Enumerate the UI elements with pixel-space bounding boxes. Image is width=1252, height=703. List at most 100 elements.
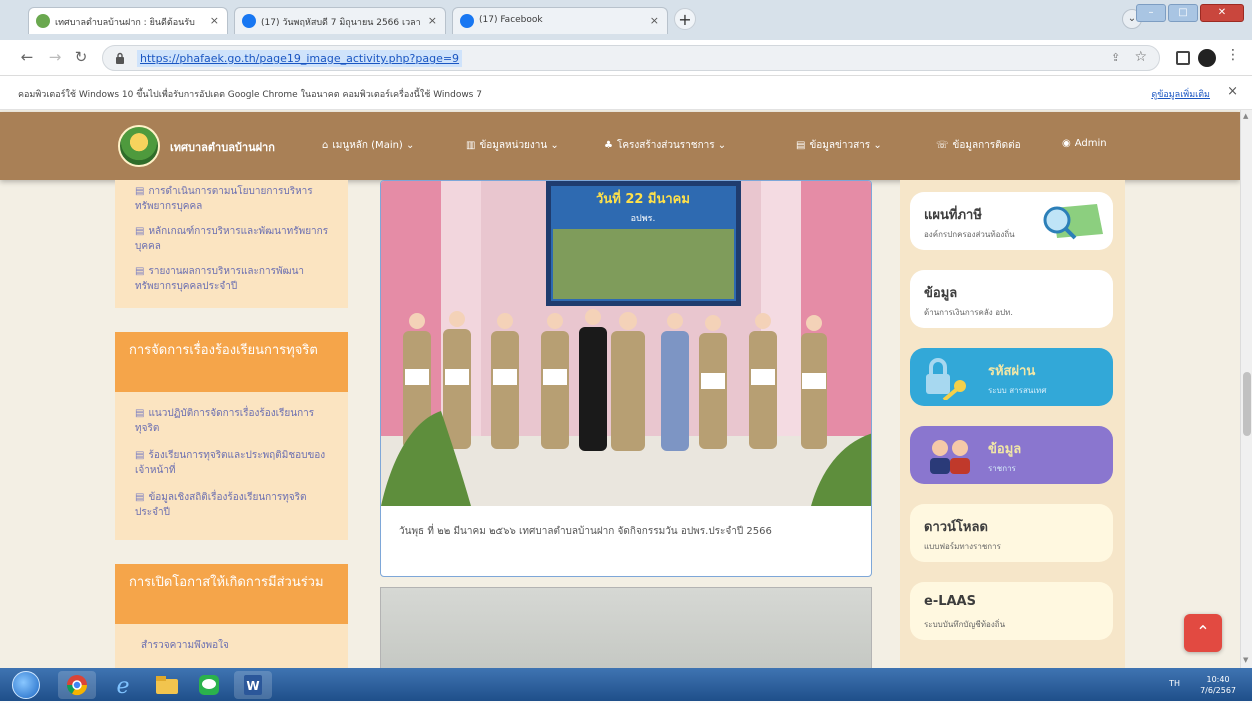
- tab-close-icon[interactable]: ×: [650, 14, 659, 27]
- nav-agency-info[interactable]: ▥ ข้อมูลหน่วยงาน ⌄: [466, 138, 559, 153]
- tab-title: เทศบาลตำบลบ้านฝาก : ยินดีต้อนรับ: [55, 18, 195, 28]
- bookmark-star-icon[interactable]: ☆: [1134, 49, 1147, 65]
- scroll-down-icon[interactable]: ▼: [1243, 656, 1248, 664]
- url-text[interactable]: https://phafaek.go.th/page19_image_activ…: [137, 50, 463, 67]
- activity-card: วันที่ 22 มีนาคม อปพร. วันพุธ ที่ ๒๒ มีน…: [380, 180, 872, 577]
- hr-menu-box: ▤ การดำเนินการตามนโยบายการบริหารทรัพยากรบ…: [115, 180, 348, 308]
- chrome-taskbar-icon[interactable]: [58, 671, 96, 699]
- maximize-button[interactable]: □: [1168, 4, 1198, 22]
- personnel-data-card[interactable]: ข้อมูล ราชการ: [910, 426, 1113, 484]
- nav-admin[interactable]: ◉ Admin: [1062, 138, 1107, 149]
- sidebar-link-hr-criteria[interactable]: ▤ หลักเกณฑ์การบริหารและพัฒนาทรัพยากรบุคคล: [135, 224, 335, 254]
- update-info-bar: คอมพิวเตอร์ใช้ Windows 10 ขึ้นไปเพื่อรับ…: [0, 76, 1252, 110]
- sidebar-link-complaint-stats[interactable]: ▤ ข้อมูลเชิงสถิติเรื่องร้องเรียนการทุจริต…: [135, 490, 335, 520]
- card-title: รหัสผ่าน: [988, 364, 1036, 379]
- minimize-button[interactable]: –: [1136, 4, 1166, 22]
- windows-start-button[interactable]: [12, 671, 40, 699]
- phone-icon: ☏: [936, 140, 949, 151]
- tab-phafaek-home[interactable]: เทศบาลตำบลบ้านฝาก : ยินดีต้อนรับ ×: [28, 7, 228, 34]
- section-heading-complaints: การจัดการเรื่องร้องเรียนการทุจริต: [115, 332, 348, 392]
- card-title: e-LAAS: [924, 594, 976, 609]
- card-title: ข้อมูล: [988, 442, 1022, 457]
- link-label: การดำเนินการตามนโยบายการบริหารทรัพยากรบุ…: [135, 186, 313, 212]
- next-activity-photo[interactable]: [380, 587, 872, 668]
- section-heading-participation: การเปิดโอกาสให้เกิดการมีส่วนร่วม: [115, 564, 348, 624]
- tab-facebook[interactable]: (17) Facebook ×: [452, 7, 668, 34]
- padlock-key-icon: [926, 358, 966, 400]
- site-name[interactable]: เทศบาลตำบลบ้านฝาก: [170, 138, 275, 156]
- e-laas-card[interactable]: e-LAAS ระบบบันทึกบัญชีท้องถิ่น: [910, 582, 1113, 640]
- link-label: แนวปฏิบัติการจัดการเรื่องร้องเรียนการทุจ…: [135, 408, 315, 434]
- svg-text:W: W: [246, 679, 259, 693]
- banner-title: วันที่ 22 มีนาคม: [596, 189, 690, 207]
- activity-photo[interactable]: วันที่ 22 มีนาคม อปพร.: [381, 181, 872, 506]
- menu-kebab-icon[interactable]: ⋮: [1226, 47, 1240, 65]
- document-icon: ▤: [135, 450, 145, 461]
- tab-facebook-post[interactable]: (17) วันพฤหัสบดี 7 มิถุนายน 2566 เวลา ×: [234, 7, 446, 34]
- new-tab-button[interactable]: +: [674, 8, 696, 30]
- document-icon: ▤: [135, 492, 145, 503]
- window-controls: – □ ✕: [1136, 4, 1244, 24]
- nav-label: ข้อมูลหน่วยงาน ⌄: [479, 140, 559, 151]
- page-scrollbar[interactable]: ▲ ▼: [1240, 110, 1252, 668]
- tax-map-card[interactable]: แผนที่ภาษี องค์กรปกครองส่วนท้องถิ่น: [910, 192, 1113, 250]
- nav-label: โครงสร้างส่วนราชการ ⌄: [616, 140, 727, 151]
- scroll-up-icon[interactable]: ▲: [1243, 112, 1248, 120]
- sidebar-link-report-misconduct[interactable]: ▤ ร้องเรียนการทุจริตและประพฤติมิชอบของเจ้…: [135, 448, 335, 478]
- system-tray-language[interactable]: TH: [1169, 679, 1180, 688]
- side-panel-icon[interactable]: [1176, 51, 1190, 65]
- word-taskbar-icon[interactable]: W: [234, 671, 272, 699]
- internet-explorer-icon[interactable]: e: [104, 671, 142, 699]
- nav-label: เมนูหลัก (Main) ⌄: [332, 140, 415, 151]
- nav-news[interactable]: ▤ ข้อมูลข่าวสาร ⌄: [796, 138, 882, 153]
- clock-date: 7/6/2567: [1200, 686, 1236, 695]
- reload-icon[interactable]: ↻: [72, 49, 90, 67]
- home-icon: ⌂: [322, 140, 329, 151]
- file-explorer-icon[interactable]: [148, 671, 186, 699]
- card-title: ข้อมูล: [924, 286, 958, 301]
- back-to-top-button[interactable]: ⌃: [1184, 614, 1222, 652]
- info-message: คอมพิวเตอร์ใช้ Windows 10 ขึ้นไปเพื่อรับ…: [18, 90, 482, 100]
- sidebar-link-hr-report[interactable]: ▤ รายงานผลการบริหารและการพัฒนาทรัพยากรบุค…: [135, 264, 335, 294]
- system-clock[interactable]: 10:40 7/6/2567: [1200, 674, 1236, 696]
- card-subtitle: แบบฟอร์มทางราชการ: [924, 542, 1001, 551]
- card-title: ดาวน์โหลด: [924, 520, 988, 535]
- nav-structure[interactable]: ♣ โครงสร้างส่วนราชการ ⌄: [604, 138, 726, 153]
- learn-more-link[interactable]: ดูข้อมูลเพิ่มเติม: [1151, 87, 1210, 101]
- info-close-icon[interactable]: ×: [1227, 84, 1238, 99]
- card-subtitle: ด้านการเงินการคลัง อปท.: [924, 308, 1013, 317]
- scroll-thumb[interactable]: [1243, 372, 1251, 436]
- sidebar-link-complaint-guideline[interactable]: ▤ แนวปฏิบัติการจัดการเรื่องร้องเรียนการทุ…: [135, 406, 335, 436]
- clock-time: 10:40: [1206, 675, 1230, 684]
- password-card[interactable]: รหัสผ่าน ระบบ สารสนเทศ: [910, 348, 1113, 406]
- left-sidebar: ▤ การดำเนินการตามนโยบายการบริหารทรัพยากรบ…: [115, 180, 348, 668]
- download-forms-card[interactable]: ดาวน์โหลด แบบฟอร์มทางราชการ: [910, 504, 1113, 562]
- browser-tab-bar: เทศบาลตำบลบ้านฝาก : ยินดีต้อนรับ × (17) …: [0, 0, 1252, 40]
- municipality-logo[interactable]: [118, 125, 160, 167]
- document-icon: ▤: [135, 186, 145, 197]
- document-icon: ▤: [135, 408, 145, 419]
- back-icon[interactable]: ←: [18, 49, 36, 67]
- card-subtitle: ระบบบันทึกบัญชีท้องถิ่น: [924, 620, 1006, 629]
- share-icon[interactable]: ⇪: [1111, 51, 1125, 65]
- card-subtitle: องค์กรปกครองส่วนท้องถิ่น: [924, 230, 1015, 239]
- map-magnifier-icon: [1043, 204, 1103, 240]
- address-toolbar: ← → ↻ https://phafaek.go.th/page19_image…: [0, 40, 1252, 76]
- activity-caption[interactable]: วันพุธ ที่ ๒๒ มีนาคม ๒๕๖๖ เทศบาลตำบลบ้าน…: [399, 524, 772, 539]
- nav-main-menu[interactable]: ⌂ เมนูหลัก (Main) ⌄: [322, 138, 414, 153]
- nav-label: ข้อมูลข่าวสาร ⌄: [809, 140, 882, 151]
- finance-data-card[interactable]: ข้อมูล ด้านการเงินการคลัง อปท.: [910, 270, 1113, 328]
- close-window-button[interactable]: ✕: [1200, 4, 1244, 22]
- participation-menu-box: สำรวจความพึงพอใจ: [115, 624, 348, 668]
- link-label: ร้องเรียนการทุจริตและประพฤติมิชอบของเจ้า…: [135, 450, 326, 476]
- line-app-icon[interactable]: [190, 671, 228, 699]
- nav-contact[interactable]: ☏ ข้อมูลการติดต่อ: [936, 138, 1021, 153]
- profile-avatar[interactable]: [1198, 49, 1216, 67]
- forward-icon[interactable]: →: [46, 49, 64, 67]
- nav-label: Admin: [1074, 138, 1107, 149]
- tab-close-icon[interactable]: ×: [210, 14, 219, 27]
- address-bar[interactable]: https://phafaek.go.th/page19_image_activ…: [102, 45, 1160, 71]
- sidebar-link-satisfaction-survey[interactable]: สำรวจความพึงพอใจ: [141, 638, 341, 653]
- sidebar-link-hr-policy[interactable]: ▤ การดำเนินการตามนโยบายการบริหารทรัพยากรบ…: [135, 184, 335, 214]
- tab-close-icon[interactable]: ×: [428, 14, 437, 27]
